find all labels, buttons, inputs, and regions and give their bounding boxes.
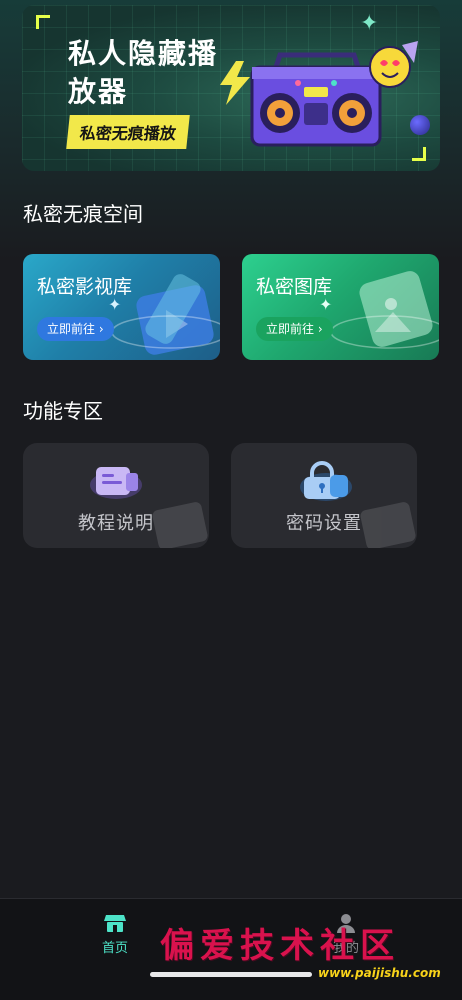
card-title: 私密图库	[256, 276, 333, 298]
tutorial-tile[interactable]: 教程说明	[23, 443, 209, 548]
go-now-button[interactable]: 立即前往 ›	[256, 317, 333, 341]
picture-icon: ✦	[319, 271, 439, 349]
section-title-features: 功能专区	[23, 399, 103, 423]
document-icon	[90, 467, 142, 499]
section-title-private-space: 私密无痕空间	[23, 202, 143, 226]
tile-label: 教程说明	[78, 513, 154, 534]
smiley-icon	[369, 41, 418, 88]
watermark-text: 偏爱技术社区	[160, 926, 400, 966]
banner-title: 私人隐藏播放器	[68, 37, 219, 108]
lightning-icon	[220, 61, 250, 105]
home-store-icon	[104, 915, 126, 932]
sparkle-icon: ✦	[360, 11, 379, 36]
banner-corner-top-left	[36, 15, 50, 29]
home-indicator[interactable]	[150, 972, 312, 977]
card-title: 私密影视库	[37, 276, 133, 298]
password-settings-tile[interactable]: 密码设置	[231, 443, 417, 548]
nav-item-home[interactable]: 首页	[75, 913, 155, 956]
tile-label: 密码设置	[286, 513, 362, 534]
orb-decoration	[410, 115, 430, 135]
banner-tag: 私密无痕播放	[66, 115, 190, 149]
boombox-icon	[250, 52, 382, 147]
nav-label-home: 首页	[101, 941, 128, 956]
lock-icon	[300, 461, 352, 501]
video-play-icon: ✦	[108, 274, 220, 355]
private-video-library-card[interactable]: ✦ 私密影视库 立即前往 ›	[23, 254, 220, 360]
private-gallery-card[interactable]: ✦ 私密图库 立即前往 ›	[242, 254, 439, 360]
go-now-button[interactable]: 立即前往 ›	[37, 317, 114, 341]
banner-corner-bottom-right	[412, 147, 426, 161]
promo-banner[interactable]: ✦ ✦ 私人隐藏播放器 私密无痕播放	[22, 5, 440, 171]
watermark-url: www.paijishu.com	[318, 966, 441, 980]
